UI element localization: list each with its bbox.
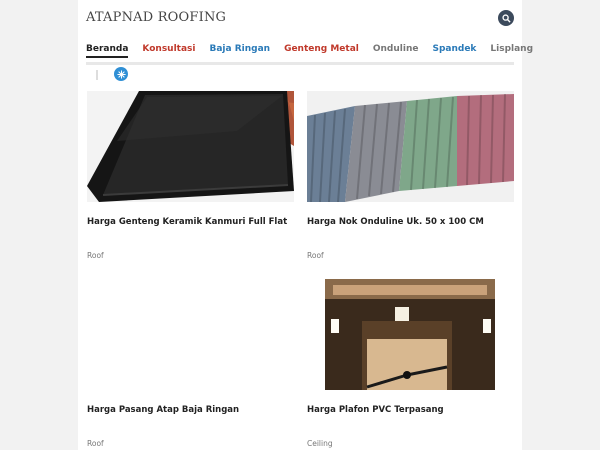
post-title[interactable]: Harga Plafon PVC Terpasang xyxy=(307,405,444,415)
post-thumbnail-onduline[interactable] xyxy=(307,91,514,202)
nav-item-baja-ringan[interactable]: Baja Ringan xyxy=(209,44,270,58)
nav-item-lisplang[interactable]: Lisplang xyxy=(490,44,533,58)
post-title[interactable]: Harga Nok Onduline Uk. 50 x 100 CM xyxy=(307,217,484,227)
nav-item-konsultasi[interactable]: Konsultasi xyxy=(142,44,195,58)
post-title[interactable]: Harga Pasang Atap Baja Ringan xyxy=(87,405,239,415)
post-card[interactable] xyxy=(87,91,294,202)
post-category[interactable]: Roof xyxy=(87,439,104,448)
post-category[interactable]: Ceiling xyxy=(307,439,333,448)
post-card[interactable] xyxy=(307,91,514,202)
search-icon xyxy=(501,13,511,23)
post-thumbnail-roof-tile[interactable] xyxy=(87,91,294,202)
post-thumbnail-pvc-ceiling[interactable] xyxy=(307,279,514,390)
nav-divider xyxy=(86,62,514,65)
menu-toggle-button[interactable] xyxy=(114,67,128,81)
post-category[interactable]: Roof xyxy=(307,251,324,260)
nav-item-spandek[interactable]: Spandek xyxy=(432,44,476,58)
nav-item-onduline[interactable]: Onduline xyxy=(373,44,419,58)
post-category[interactable]: Roof xyxy=(87,251,104,260)
snowflake-icon xyxy=(116,69,126,79)
post-card[interactable] xyxy=(87,279,294,390)
nav-item-genteng-metal[interactable]: Genteng Metal xyxy=(284,44,359,58)
nav-separator xyxy=(96,70,98,80)
site-title[interactable]: ATAPNAD ROOFING xyxy=(86,10,226,25)
post-card[interactable] xyxy=(307,279,514,390)
post-thumbnail-empty[interactable] xyxy=(87,279,294,390)
search-button[interactable] xyxy=(498,10,514,26)
main-nav: Beranda Konsultasi Baja Ringan Genteng M… xyxy=(86,44,533,58)
post-title[interactable]: Harga Genteng Keramik Kanmuri Full Flat xyxy=(87,217,287,227)
page-container: ATAPNAD ROOFING Beranda Konsultasi Baja … xyxy=(78,0,533,450)
nav-item-beranda[interactable]: Beranda xyxy=(86,44,129,58)
